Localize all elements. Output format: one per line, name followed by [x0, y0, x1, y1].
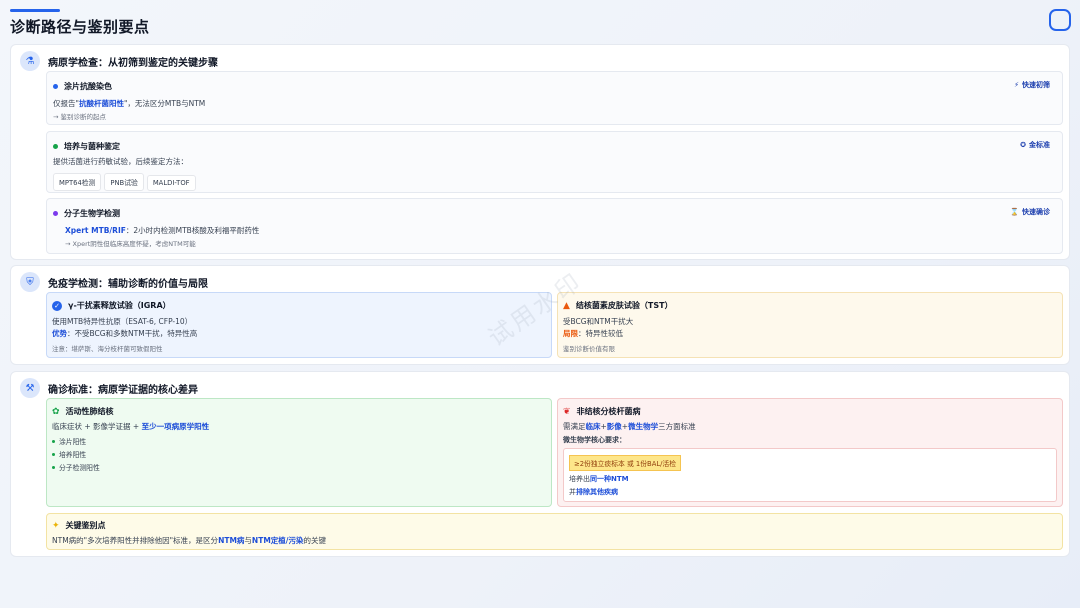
lungs-icon: ✿ [52, 406, 60, 417]
microscope-icon: ⚗ [20, 51, 40, 71]
pill-maldi: MALDI-TOF [146, 175, 196, 191]
card-line: 仅报告"抗酸杆菌阳性"，无法区分MTB与NTM [53, 99, 206, 108]
box-line: 并排除其他疾病 [569, 488, 618, 496]
section-immunology: ⛨ 免疫学检测：辅助诊断的价值与局限 ✓ γ-干扰素释放试验（IGRA） 使用M… [10, 265, 1070, 365]
card-line: 临床症状 + 影像学证据 + 至少一项病原学阳性 [52, 422, 210, 431]
title-accent-bar [10, 9, 60, 12]
card-line-advantage: 优势：不受BCG和多数NTM干扰，特异性高 [52, 329, 198, 338]
card-title: γ-干扰素释放试验（IGRA） [68, 301, 171, 310]
card-title: 活动性肺结核 [65, 407, 114, 416]
card-line: 使用MTB特异性抗原（ESAT-6, CFP-10） [52, 317, 193, 326]
card-molecular: 分子生物学检测 ⌛ 快速确诊 Xpert MTB/RIF：2小时内检测MTB核酸及… [46, 198, 1063, 254]
method-pills: MPT64检测 PNB试验 MALDI-TOF [53, 170, 199, 191]
shield-icon: ⛨ [20, 272, 40, 292]
card-title: 培养与菌种鉴定 [64, 142, 120, 151]
card-title: 结核菌素皮肤试验（TST） [575, 301, 673, 310]
section-pathology: ⚗ 病原学检查：从初筛到鉴定的关键步骤 涂片抗酸染色 ⚡ 快速初筛 仅报告"抗酸杆… [10, 44, 1070, 260]
card-note: → Xpert阴性但临床高度怀疑，考虑NTM可能 [65, 240, 196, 248]
section-title: 病原学检查：从初筛到鉴定的关键步骤 [48, 57, 218, 69]
bacteria-icon: ❦ [563, 406, 571, 417]
warning-icon: ▲ [563, 300, 570, 311]
page-title: 诊断路径与鉴别要点 [10, 18, 150, 36]
section-title: 免疫学检测：辅助诊断的价值与局限 [48, 278, 208, 290]
card-note: → 鉴别诊断的起点 [53, 113, 107, 121]
micro-requirement-box: ≥2份独立痰标本 或 1份BAL/活检 培养出同一种NTM 并排除其他疾病 [563, 448, 1057, 502]
purple-dot [53, 211, 58, 216]
lightbulb-icon: ✦ [52, 520, 60, 531]
card-subtitle: 微生物学核心要求： [563, 436, 626, 444]
card-line: 提供活菌进行药敏试验，后续鉴定方法： [53, 157, 188, 166]
card-line: 需满足临床+影像+微生物学三方面标准 [563, 422, 696, 431]
card-title: 关键鉴别点 [65, 521, 106, 530]
card-culture: 培养与菌种鉴定 ✪ 金标准 提供活菌进行药敏试验，后续鉴定方法： MPT64检测 P… [46, 131, 1063, 193]
logo-icon [1049, 9, 1071, 31]
pill-pnb: PNB试验 [104, 173, 144, 191]
card-smear: 涂片抗酸染色 ⚡ 快速初筛 仅报告"抗酸杆菌阳性"，无法区分MTB与NTM → 鉴… [46, 71, 1063, 125]
hourglass-icon: ⌛ [1010, 208, 1019, 216]
medal-icon: ✪ [1020, 141, 1026, 149]
card-line: 受BCG和NTM干扰大 [563, 317, 634, 326]
card-line: Xpert MTB/RIF：2小时内检测MTB核酸及利福平耐药性 [65, 226, 260, 235]
card-ntm: ❦ 非结核分枝杆菌病 需满足临床+影像+微生物学三方面标准 微生物学核心要求： … [557, 398, 1063, 507]
blue-dot [53, 84, 58, 89]
card-igra: ✓ γ-干扰素释放试验（IGRA） 使用MTB特异性抗原（ESAT-6, CFP… [46, 292, 552, 358]
bolt-icon: ⚡ [1014, 81, 1019, 89]
tag-gold-standard: ✪ 金标准 [1020, 141, 1050, 149]
gavel-icon: ⚒ [20, 378, 40, 398]
green-dot [53, 144, 58, 149]
section-diagnosis: ⚒ 确诊标准：病原学证据的核心差异 ✿ 活动性肺结核 临床症状 + 影像学证据 … [10, 371, 1070, 557]
card-line: NTM病的"多次培养阳性并排除他因"标准，是区分NTM病与NTM定植/污染的关键 [52, 536, 327, 545]
list-item: 分子检测阳性 [52, 462, 100, 472]
card-note: 注意：堪萨斯、海分枝杆菌可致假阳性 [52, 345, 163, 353]
card-title: 分子生物学检测 [64, 209, 120, 218]
section-title: 确诊标准：病原学证据的核心差异 [48, 384, 198, 396]
card-tst: ▲ 结核菌素皮肤试验（TST） 受BCG和NTM干扰大 局限：特异性较低 鉴别诊… [557, 292, 1063, 358]
card-active-tb: ✿ 活动性肺结核 临床症状 + 影像学证据 + 至少一项病原学阳性 涂片阳性 培… [46, 398, 552, 507]
card-title: 涂片抗酸染色 [64, 82, 112, 91]
box-line: 培养出同一种NTM [569, 475, 629, 483]
card-line-limit: 局限：特异性较低 [563, 329, 623, 338]
pill-mpt64: MPT64检测 [53, 173, 102, 191]
tag-fast-confirm: ⌛ 快速确诊 [1010, 208, 1050, 216]
check-circle-icon: ✓ [52, 300, 62, 311]
tag-quick-screen: ⚡ 快速初筛 [1014, 81, 1050, 89]
card-title: 非结核分枝杆菌病 [576, 407, 641, 416]
list-item: 涂片阳性 [52, 436, 86, 446]
card-note: 鉴别诊断价值有限 [563, 345, 615, 353]
highlight-chip: ≥2份独立痰标本 或 1份BAL/活检 [569, 455, 682, 471]
card-key-point: ✦ 关键鉴别点 NTM病的"多次培养阳性并排除他因"标准，是区分NTM病与NTM… [46, 513, 1063, 550]
list-item: 培养阳性 [52, 449, 86, 459]
